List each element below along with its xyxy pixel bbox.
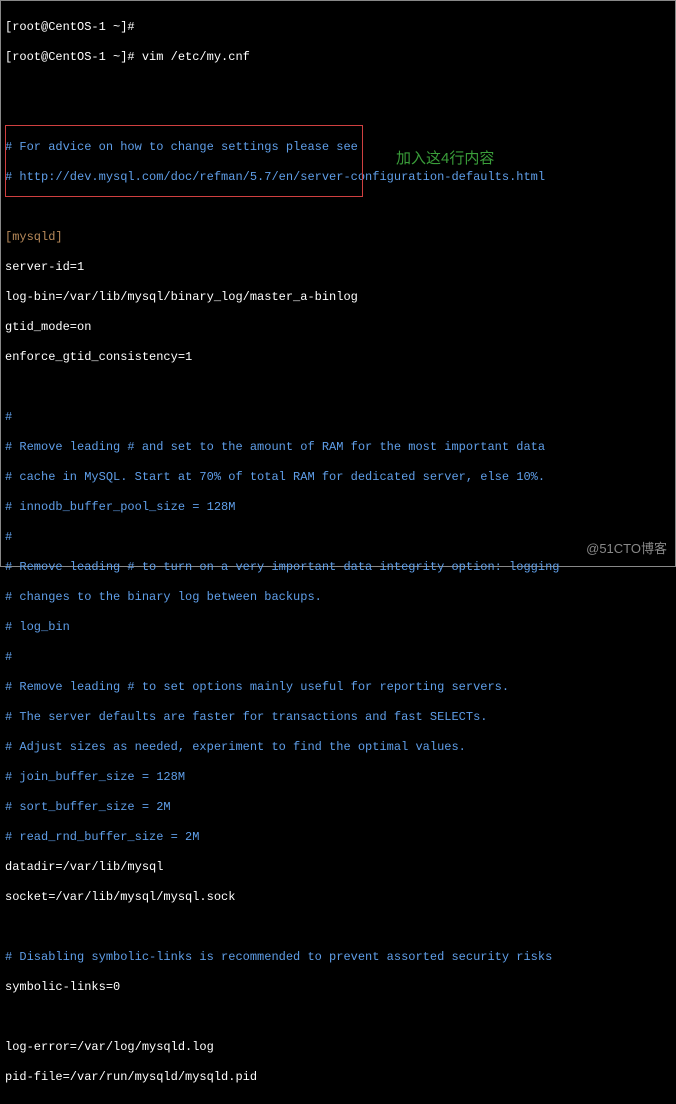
- blank-line: [5, 80, 671, 95]
- comment-line: # Remove leading # and set to the amount…: [5, 440, 671, 455]
- comment-line: # innodb_buffer_pool_size = 128M: [5, 500, 671, 515]
- comment-line: # Adjust sizes as needed, experiment to …: [5, 740, 671, 755]
- config-line: gtid_mode=on: [5, 320, 671, 335]
- config-line: symbolic-links=0: [5, 980, 671, 995]
- comment-line: # Remove leading # to turn on a very imp…: [5, 560, 671, 575]
- config-line: server-id=1: [5, 260, 671, 275]
- config-line: log-error=/var/log/mysqld.log: [5, 1040, 671, 1055]
- comment-line: # For advice on how to change settings p…: [5, 140, 671, 155]
- comment-line: #: [5, 410, 671, 425]
- config-line: enforce_gtid_consistency=1: [5, 350, 671, 365]
- comment-line: # Disabling symbolic-links is recommende…: [5, 950, 671, 965]
- annotation-text: 加入这4行内容: [396, 151, 494, 166]
- watermark: @51CTO博客: [586, 541, 667, 556]
- comment-line: # The server defaults are faster for tra…: [5, 710, 671, 725]
- blank-line: [5, 200, 671, 215]
- comment-line: # cache in MySQL. Start at 70% of total …: [5, 470, 671, 485]
- blank-line: [5, 920, 671, 935]
- prompt-line: [root@CentOS-1 ~]#: [5, 20, 671, 35]
- blank-line: [5, 1010, 671, 1025]
- blank-line: [5, 380, 671, 395]
- prompt-command: [root@CentOS-1 ~]# vim /etc/my.cnf: [5, 50, 671, 65]
- config-line: datadir=/var/lib/mysql: [5, 860, 671, 875]
- section-header: [mysqld]: [5, 230, 671, 245]
- comment-line: #: [5, 530, 671, 545]
- comment-line: # sort_buffer_size = 2M: [5, 800, 671, 815]
- terminal-output[interactable]: [root@CentOS-1 ~]# [root@CentOS-1 ~]# vi…: [1, 1, 675, 1104]
- comment-line: # log_bin: [5, 620, 671, 635]
- config-line: log-bin=/var/lib/mysql/binary_log/master…: [5, 290, 671, 305]
- comment-line: # changes to the binary log between back…: [5, 590, 671, 605]
- blank-line: [5, 110, 671, 125]
- comment-line: #: [5, 650, 671, 665]
- comment-line: # http://dev.mysql.com/doc/refman/5.7/en…: [5, 170, 671, 185]
- comment-line: # read_rnd_buffer_size = 2M: [5, 830, 671, 845]
- comment-line: # Remove leading # to set options mainly…: [5, 680, 671, 695]
- config-line: socket=/var/lib/mysql/mysql.sock: [5, 890, 671, 905]
- config-line: pid-file=/var/run/mysqld/mysqld.pid: [5, 1070, 671, 1085]
- comment-line: # join_buffer_size = 128M: [5, 770, 671, 785]
